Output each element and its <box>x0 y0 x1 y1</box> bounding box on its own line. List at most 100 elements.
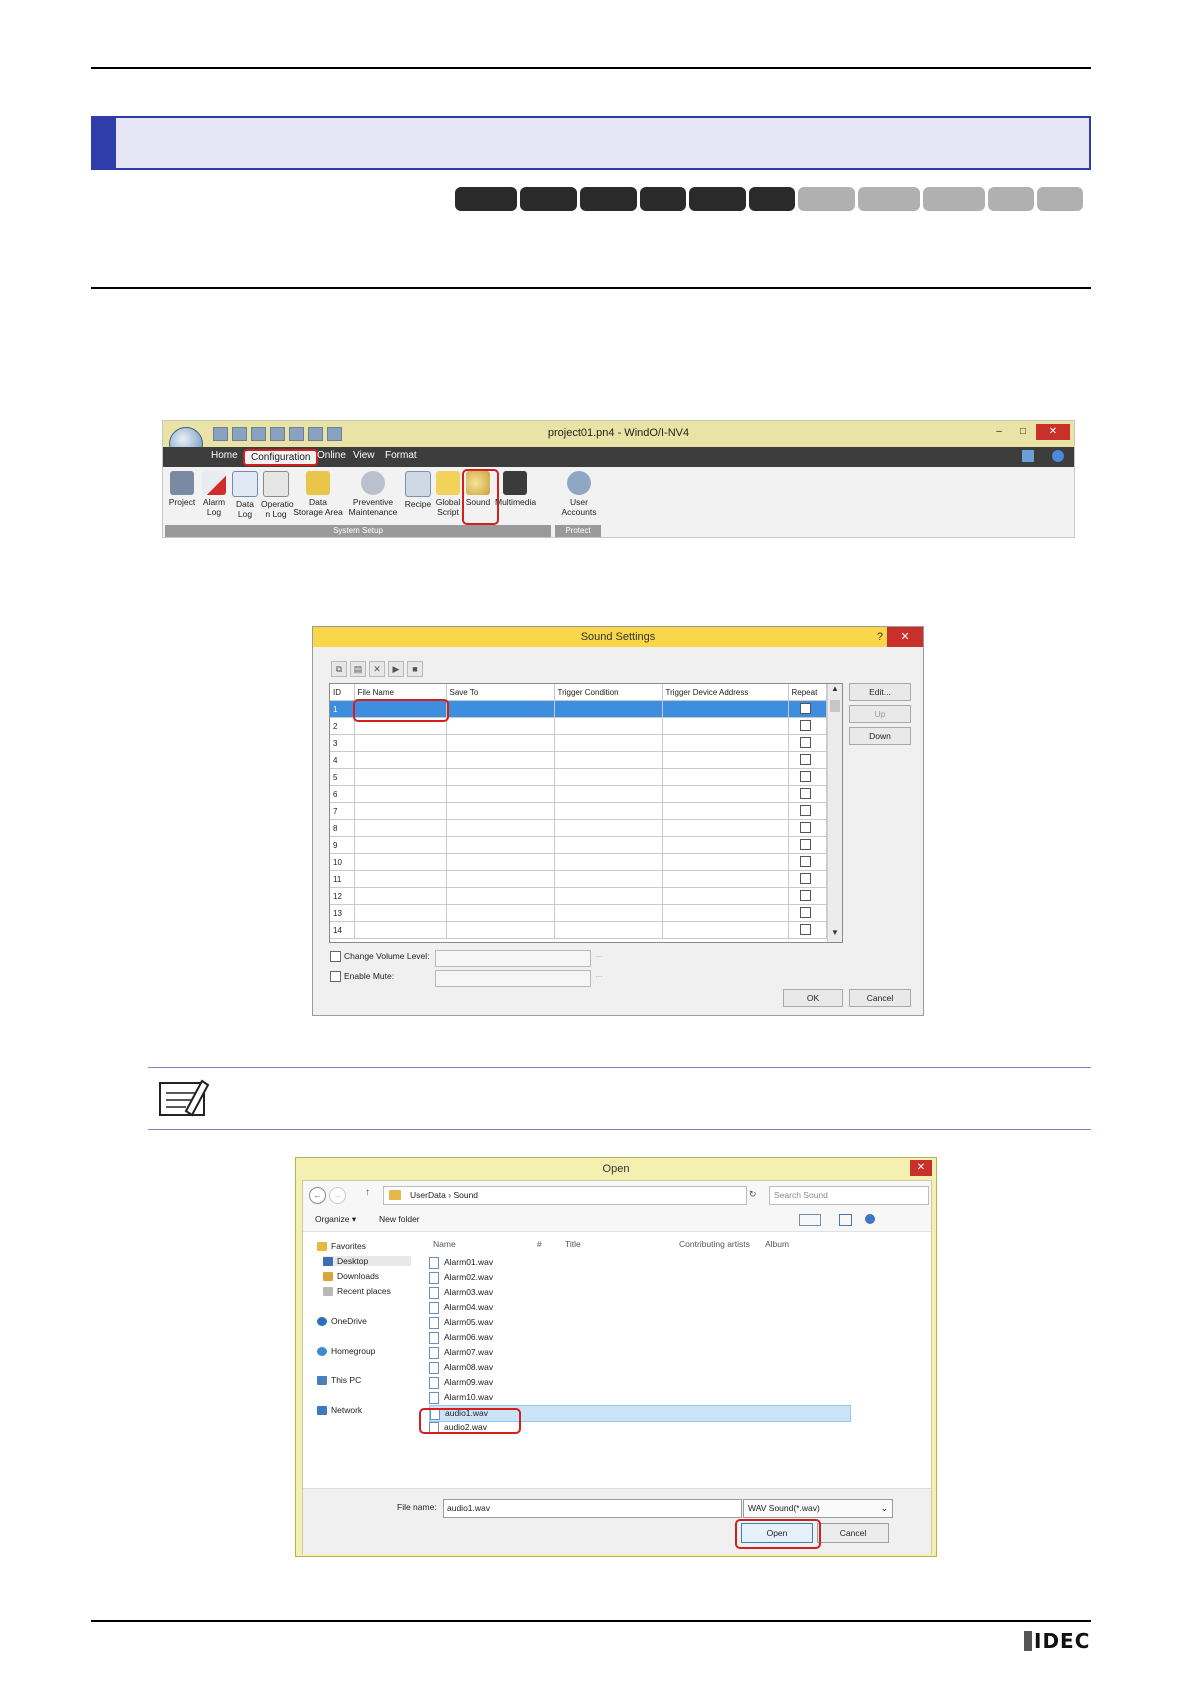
mute-address-field[interactable] <box>435 970 591 987</box>
multimedia-button[interactable]: Multimedia <box>495 471 536 507</box>
row-file-name[interactable] <box>354 853 447 871</box>
table-row[interactable]: 11 <box>330 870 827 888</box>
down-button[interactable]: Down <box>849 727 911 745</box>
row-trigger-device[interactable] <box>662 887 789 905</box>
search-input[interactable]: Search Sound <box>769 1186 929 1205</box>
screen-icon[interactable] <box>327 427 342 441</box>
table-scrollbar[interactable]: ▲ ▼ <box>827 684 842 942</box>
address-bar[interactable]: UserData › Sound <box>383 1186 747 1205</box>
ok-button[interactable]: OK <box>783 989 843 1007</box>
global-script-button[interactable]: Global Script <box>433 471 463 517</box>
table-row[interactable]: 13 <box>330 904 827 922</box>
row-file-name[interactable] <box>354 904 447 922</box>
row-save-to[interactable] <box>446 921 555 939</box>
row-trigger-device[interactable] <box>662 768 789 786</box>
file-list-item[interactable]: Alarm07.wav <box>429 1345 849 1360</box>
file-list-item[interactable]: Alarm05.wav <box>429 1315 849 1330</box>
table-row[interactable]: 3 <box>330 734 827 752</box>
row-trigger-condition[interactable] <box>554 853 663 871</box>
row-file-name[interactable] <box>354 751 447 769</box>
theme-icon[interactable] <box>1022 450 1034 462</box>
row-trigger-condition[interactable] <box>554 734 663 752</box>
file-list-item[interactable]: Alarm01.wav <box>429 1255 849 1270</box>
scroll-up-icon[interactable]: ▲ <box>828 684 842 698</box>
col-album[interactable]: Album <box>765 1239 789 1249</box>
enable-mute-option[interactable]: Enable Mute: <box>330 971 394 983</box>
redo-icon[interactable] <box>289 427 304 441</box>
repeat-checkbox[interactable] <box>799 702 811 714</box>
alarm-log-button[interactable]: Alarm Log <box>199 471 229 517</box>
undo-icon[interactable] <box>270 427 285 441</box>
row-trigger-device[interactable] <box>662 802 789 820</box>
row-save-to[interactable] <box>446 887 555 905</box>
preventive-maintenance-button[interactable]: Preventive Maintenance <box>347 471 399 517</box>
row-trigger-device[interactable] <box>662 717 789 735</box>
volume-address-field[interactable] <box>435 950 591 967</box>
paste-icon[interactable]: ▤ <box>350 661 366 677</box>
operation-log-button[interactable]: Operatio n Log <box>261 471 294 519</box>
row-trigger-condition[interactable] <box>554 904 663 922</box>
row-trigger-condition[interactable] <box>554 870 663 888</box>
transfer-icon[interactable] <box>308 427 323 441</box>
col-contributing-artists[interactable]: Contributing artists <box>679 1239 750 1249</box>
row-trigger-condition[interactable] <box>554 802 663 820</box>
row-file-name[interactable] <box>354 887 447 905</box>
repeat-checkbox[interactable] <box>799 838 811 850</box>
stop-icon[interactable]: ■ <box>407 661 423 677</box>
col-number[interactable]: # <box>537 1239 542 1249</box>
row-save-to[interactable] <box>446 870 555 888</box>
row-trigger-condition[interactable] <box>554 887 663 905</box>
col-name[interactable]: Name <box>433 1239 456 1249</box>
change-volume-checkbox[interactable] <box>330 951 341 963</box>
row-file-name[interactable] <box>354 734 447 752</box>
repeat-checkbox[interactable] <box>799 923 811 935</box>
row-trigger-device[interactable] <box>662 921 789 939</box>
file-list-item[interactable]: Alarm09.wav <box>429 1375 849 1390</box>
row-trigger-device[interactable] <box>662 751 789 769</box>
help-icon[interactable] <box>865 1214 875 1224</box>
row-save-to[interactable] <box>446 785 555 803</box>
row-trigger-condition[interactable] <box>554 768 663 786</box>
repeat-checkbox[interactable] <box>799 804 811 816</box>
repeat-checkbox[interactable] <box>799 719 811 731</box>
row-trigger-device[interactable] <box>662 700 789 718</box>
repeat-checkbox[interactable] <box>799 770 811 782</box>
file-list-item[interactable]: Alarm03.wav <box>429 1285 849 1300</box>
nav-homegroup[interactable]: Homegroup <box>317 1346 375 1357</box>
file-list-item[interactable]: Alarm08.wav <box>429 1360 849 1375</box>
quick-access-toolbar[interactable] <box>213 427 342 441</box>
row-save-to[interactable] <box>446 853 555 871</box>
row-file-name[interactable] <box>354 802 447 820</box>
repeat-checkbox[interactable] <box>799 736 811 748</box>
row-trigger-device[interactable] <box>662 853 789 871</box>
refresh-icon[interactable]: ↻ <box>749 1189 757 1200</box>
row-save-to[interactable] <box>446 802 555 820</box>
table-row[interactable]: 12 <box>330 887 827 905</box>
table-row[interactable]: 4 <box>330 751 827 769</box>
data-log-button[interactable]: Data Log <box>230 471 260 519</box>
project-button[interactable]: Project <box>167 471 197 507</box>
nav-onedrive[interactable]: OneDrive <box>317 1316 367 1327</box>
row-trigger-condition[interactable] <box>554 751 663 769</box>
row-trigger-condition[interactable] <box>554 836 663 854</box>
back-icon[interactable]: ← <box>309 1187 326 1204</box>
repeat-checkbox[interactable] <box>799 889 811 901</box>
table-row[interactable]: 9 <box>330 836 827 854</box>
row-save-to[interactable] <box>446 904 555 922</box>
preview-pane-icon[interactable] <box>839 1214 852 1226</box>
mute-browse-button[interactable]: ... <box>593 970 605 985</box>
repeat-checkbox[interactable] <box>799 872 811 884</box>
maximize-icon[interactable]: □ <box>1012 424 1034 440</box>
close-icon[interactable]: ✕ <box>1036 424 1070 440</box>
scroll-thumb[interactable] <box>830 700 840 712</box>
tab-view[interactable]: View <box>353 450 375 461</box>
edit-button[interactable]: Edit... <box>849 683 911 701</box>
data-storage-area-button[interactable]: Data Storage Area <box>293 471 343 517</box>
table-row[interactable]: 14 <box>330 921 827 939</box>
save-icon[interactable] <box>251 427 266 441</box>
up-button[interactable]: Up <box>849 705 911 723</box>
change-volume-option[interactable]: Change Volume Level: <box>330 951 430 963</box>
open-icon[interactable] <box>232 427 247 441</box>
file-list-item[interactable]: Alarm10.wav <box>429 1390 849 1405</box>
row-trigger-condition[interactable] <box>554 700 663 718</box>
